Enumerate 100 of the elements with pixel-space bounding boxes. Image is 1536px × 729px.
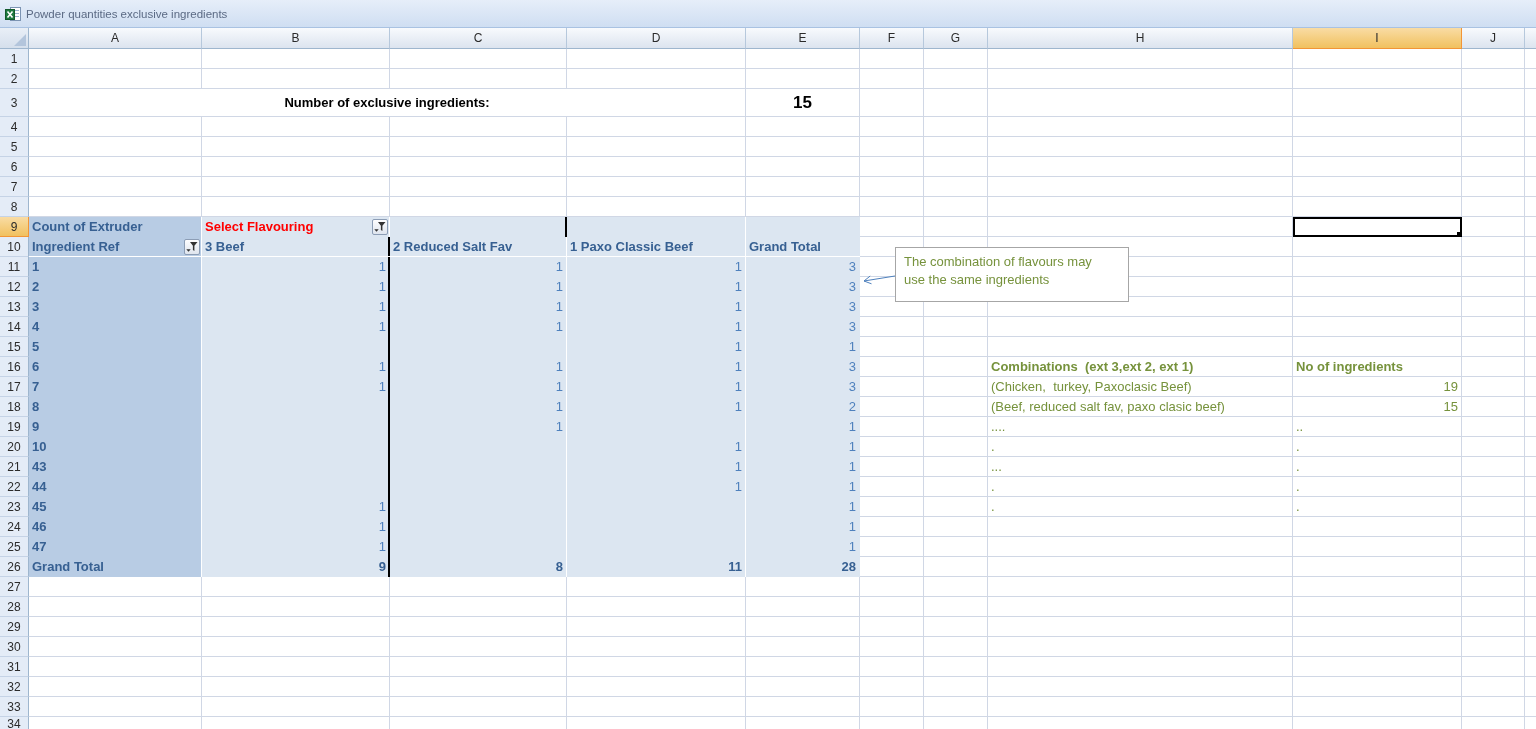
row-header[interactable]: 8 bbox=[0, 197, 29, 217]
row-header[interactable]: 16 bbox=[0, 357, 29, 377]
pivot-value: 1 bbox=[734, 258, 742, 275]
pivot-value: 1 bbox=[848, 538, 856, 555]
pivot-value: 1 bbox=[848, 518, 856, 535]
filter-icon bbox=[374, 220, 386, 233]
pivot-row-label: 46 bbox=[32, 518, 47, 535]
pivot-value: 1 bbox=[378, 518, 386, 535]
row-header[interactable]: 18 bbox=[0, 397, 29, 417]
row-header[interactable]: 22 bbox=[0, 477, 29, 497]
pivot-value: 1 bbox=[734, 458, 742, 475]
row-header[interactable]: 10 bbox=[0, 237, 29, 257]
row-header[interactable]: 33 bbox=[0, 697, 29, 717]
table-cell: . bbox=[991, 478, 995, 495]
row-header[interactable]: 25 bbox=[0, 537, 29, 557]
row-header[interactable]: 32 bbox=[0, 677, 29, 697]
row-header[interactable]: 14 bbox=[0, 317, 29, 337]
pivot-value: 1 bbox=[378, 298, 386, 315]
table-cell: . bbox=[1296, 478, 1300, 495]
pivot-value: 3 bbox=[848, 278, 856, 295]
table-cell: .. bbox=[1296, 418, 1304, 435]
row-header[interactable]: 23 bbox=[0, 497, 29, 517]
row-header[interactable]: 12 bbox=[0, 277, 29, 297]
pivot-value: 1 bbox=[848, 478, 856, 495]
pivot-row-label: 5 bbox=[32, 338, 40, 355]
pivot-row-label: 9 bbox=[32, 418, 40, 435]
pivot-row-label: 3 bbox=[32, 298, 40, 315]
window-title: Powder quantities exclusive ingredients bbox=[26, 7, 228, 20]
pivot-value: 1 bbox=[848, 498, 856, 515]
pivot-value: 1 bbox=[378, 278, 386, 295]
row-header[interactable]: 9 bbox=[0, 217, 29, 237]
table-cell: . bbox=[1296, 458, 1300, 475]
row-header[interactable]: 30 bbox=[0, 637, 29, 657]
table-cell: ... bbox=[991, 458, 1002, 475]
grand-total-value: 9 bbox=[378, 558, 386, 575]
grand-total-value: 28 bbox=[841, 558, 856, 575]
pivot-row-label: 44 bbox=[32, 478, 47, 495]
row-header[interactable]: 19 bbox=[0, 417, 29, 437]
pivot-row-label: 8 bbox=[32, 398, 40, 415]
row-header[interactable]: 20 bbox=[0, 437, 29, 457]
grand-total-value: 11 bbox=[728, 558, 742, 575]
row-header[interactable]: 13 bbox=[0, 297, 29, 317]
pivot-value: 1 bbox=[555, 398, 563, 415]
row-header[interactable]: 31 bbox=[0, 657, 29, 677]
row-header[interactable]: 4 bbox=[0, 117, 29, 137]
pivot-value: 1 bbox=[555, 318, 563, 335]
pivot-value: 1 bbox=[378, 358, 386, 375]
row-header[interactable]: 27 bbox=[0, 577, 29, 597]
pivot-value: 1 bbox=[378, 538, 386, 555]
pivot-value: 1 bbox=[734, 318, 742, 335]
row-header[interactable]: 11 bbox=[0, 257, 29, 277]
pivot-value: 1 bbox=[555, 258, 563, 275]
table-cell: (Beef, reduced salt fav, paxo clasic beef) bbox=[991, 398, 1225, 415]
table-header: No of ingredients bbox=[1296, 358, 1403, 375]
table-cell: . bbox=[991, 498, 995, 515]
row-header[interactable]: 21 bbox=[0, 457, 29, 477]
pivot-value: 1 bbox=[734, 438, 742, 455]
row-header[interactable]: 6 bbox=[0, 157, 29, 177]
pivot-value: 1 bbox=[734, 398, 742, 415]
pivot-row-label: 45 bbox=[32, 498, 47, 515]
row-header[interactable]: 7 bbox=[0, 177, 29, 197]
row-header[interactable]: 1 bbox=[0, 49, 29, 69]
pivot-value: 1 bbox=[734, 298, 742, 315]
pivot-value: 2 bbox=[848, 398, 856, 415]
pivot-value: 1 bbox=[848, 418, 856, 435]
row-header[interactable]: 2 bbox=[0, 69, 29, 89]
row-header[interactable]: 29 bbox=[0, 617, 29, 637]
pivot-row-label: 10 bbox=[32, 438, 47, 455]
pivot-value: 1 bbox=[734, 278, 742, 295]
pivot-row-label: 47 bbox=[32, 538, 47, 555]
summary-label: Number of exclusive ingredients: bbox=[284, 94, 490, 111]
row-header[interactable]: 28 bbox=[0, 597, 29, 617]
row-header[interactable]: 17 bbox=[0, 377, 29, 397]
pivot-row-label: 43 bbox=[32, 458, 47, 475]
row-header[interactable]: 15 bbox=[0, 337, 29, 357]
pivot-column-header: 3 Beef bbox=[205, 238, 245, 255]
grand-total-label: Grand Total bbox=[32, 558, 104, 575]
pivot-value: 1 bbox=[555, 358, 563, 375]
column-header[interactable]: I bbox=[1293, 28, 1462, 49]
spreadsheet-icon bbox=[5, 5, 21, 22]
table-cell: (Chicken, turkey, Paxoclasic Beef) bbox=[991, 378, 1192, 395]
row-header[interactable]: 5 bbox=[0, 137, 29, 157]
pivot-value: 1 bbox=[734, 338, 742, 355]
row-header[interactable]: 26 bbox=[0, 557, 29, 577]
row-header[interactable]: 34 bbox=[0, 717, 29, 729]
pivot-row-label: 6 bbox=[32, 358, 40, 375]
comment-box: The combination of flavours may use the same ingredients bbox=[895, 247, 1129, 302]
pivot-row-field: Ingredient Ref bbox=[32, 238, 120, 255]
table-cell: 15 bbox=[1443, 398, 1458, 415]
pivot-filter-label: Select Flavouring bbox=[205, 218, 314, 235]
pivot-value: 3 bbox=[848, 378, 856, 395]
pivot-value: 1 bbox=[555, 418, 563, 435]
pivot-value: 3 bbox=[848, 258, 856, 275]
row-header[interactable]: 3 bbox=[0, 89, 29, 117]
pivot-value: 1 bbox=[555, 278, 563, 295]
row-header[interactable]: 24 bbox=[0, 517, 29, 537]
pivot-value: 3 bbox=[848, 318, 856, 335]
pivot-column-header: 2 Reduced Salt Fav bbox=[393, 238, 513, 255]
grand-total-value: 8 bbox=[555, 558, 563, 575]
pivot-value: 1 bbox=[848, 438, 856, 455]
